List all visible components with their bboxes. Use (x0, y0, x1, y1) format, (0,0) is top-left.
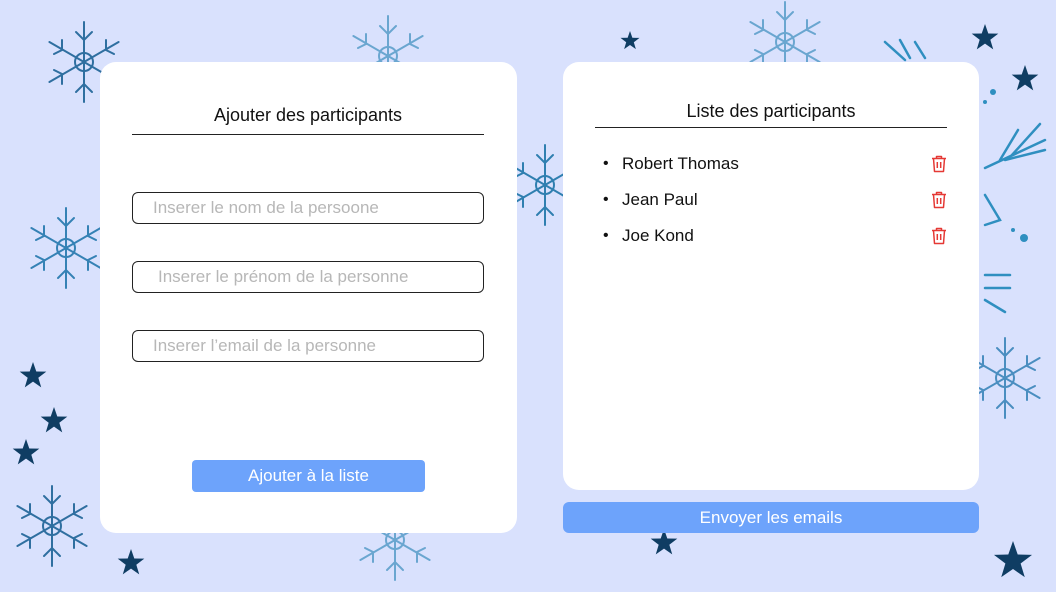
trash-icon[interactable] (929, 190, 949, 210)
add-to-list-button[interactable]: Ajouter à la liste (192, 460, 425, 492)
participant-name: Joe Kond (622, 226, 694, 245)
participants-list-title: Liste des participants (686, 101, 856, 121)
trash-icon[interactable] (929, 154, 949, 174)
list-item: • Jean Paul (603, 186, 953, 222)
bullet: • (603, 155, 609, 172)
participants-list-card: Liste des participants • Robert Thomas •… (563, 62, 979, 490)
participant-name: Robert Thomas (622, 154, 739, 173)
trash-icon[interactable] (929, 226, 949, 246)
send-emails-button[interactable]: Envoyer les emails (563, 502, 979, 533)
participants-list: • Robert Thomas • Jean Paul • Joe Kond (603, 150, 953, 258)
list-item: • Joe Kond (603, 222, 953, 258)
list-item: • Robert Thomas (603, 150, 953, 186)
email-input[interactable] (132, 330, 484, 362)
title-divider (595, 127, 947, 128)
bullet: • (603, 191, 609, 208)
bullet: • (603, 227, 609, 244)
title-divider (132, 134, 484, 135)
participant-name: Jean Paul (622, 190, 698, 209)
add-participants-title: Ajouter des participants (213, 105, 403, 125)
prenom-input[interactable] (132, 261, 484, 293)
add-participants-card: Ajouter des participants Ajouter à la li… (100, 62, 517, 533)
nom-input[interactable] (132, 192, 484, 224)
